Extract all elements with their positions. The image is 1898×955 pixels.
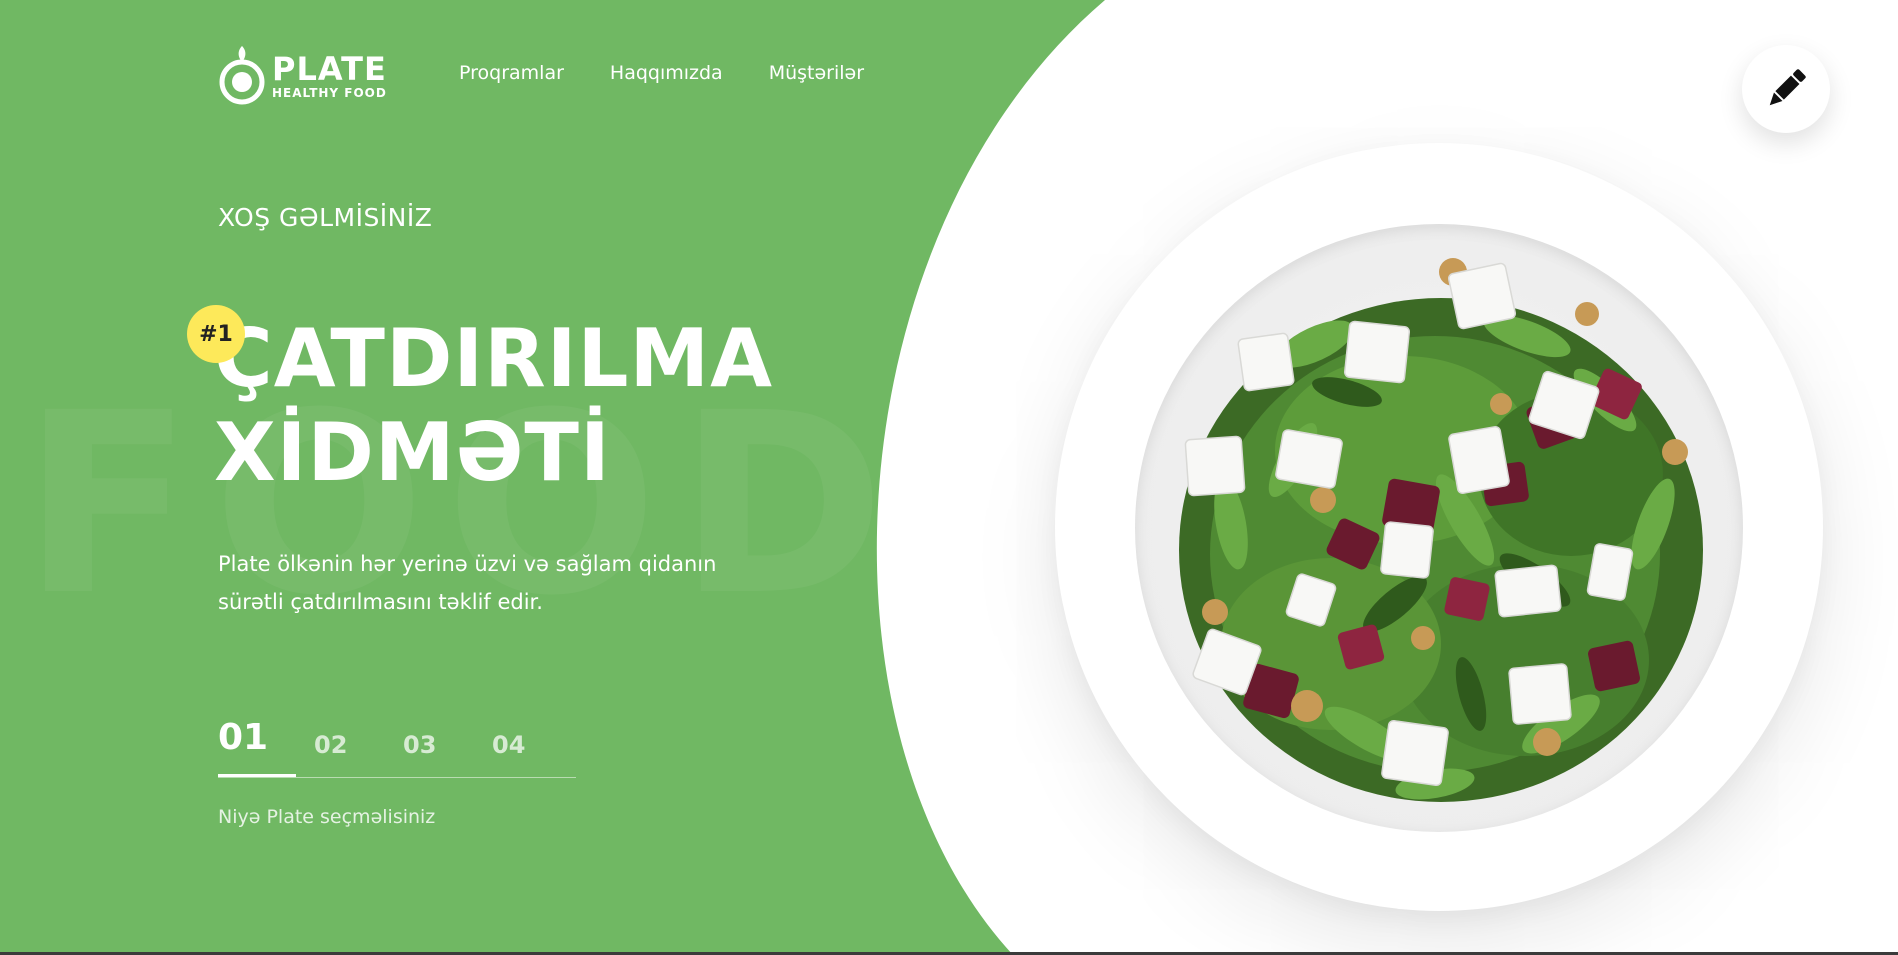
- step-tab-02[interactable]: 02: [314, 731, 347, 759]
- slide-step-tabs: 01 02 03 04: [218, 715, 576, 778]
- nav-link-about[interactable]: Haqqımızda: [610, 62, 723, 84]
- brand-tagline: HEALTHY FOOD: [272, 85, 387, 100]
- step-tab-01[interactable]: 01: [218, 717, 268, 758]
- welcome-eyebrow: XOŞ GƏLMİSİNİZ: [218, 203, 433, 232]
- hero-headline: ÇATDIRILMA XİDMƏTİ: [214, 312, 773, 500]
- step-caption: Niyə Plate seçməlisiniz: [218, 806, 436, 828]
- nav-link-programs[interactable]: Proqramlar: [459, 62, 564, 84]
- edit-button[interactable]: [1742, 45, 1830, 133]
- active-step-underline: [218, 774, 296, 777]
- plate-logo-icon: [219, 46, 265, 105]
- step-tab-03[interactable]: 03: [403, 731, 436, 759]
- headline-line-1: ÇATDIRILMA: [214, 312, 774, 405]
- pencil-icon: [1769, 69, 1806, 106]
- nav-link-clients[interactable]: Müştərilər: [769, 62, 864, 84]
- brand-logo[interactable]: PLATE HEALTHY FOOD: [218, 44, 387, 108]
- subtitle-line-2: sürətli çatdırılmasını təklif edir.: [218, 590, 543, 614]
- step-tab-04[interactable]: 04: [492, 731, 525, 759]
- main-nav: Proqramlar Haqqımızda Müştərilər: [459, 62, 864, 84]
- headline-line-2: XİDMƏTİ: [214, 406, 611, 499]
- hero-subtitle: Plate ölkənin hər yerinə üzvi və sağlam …: [218, 545, 778, 621]
- rank-badge: #1: [187, 305, 245, 363]
- hero-section: FOOD PLATE HEALTHY FOOD Proqramlar Haqqı…: [0, 0, 1898, 955]
- salad-image: [1179, 258, 1703, 802]
- subtitle-line-1: Plate ölkənin hər yerinə üzvi və sağlam …: [218, 552, 717, 576]
- brand-name: PLATE: [272, 49, 387, 88]
